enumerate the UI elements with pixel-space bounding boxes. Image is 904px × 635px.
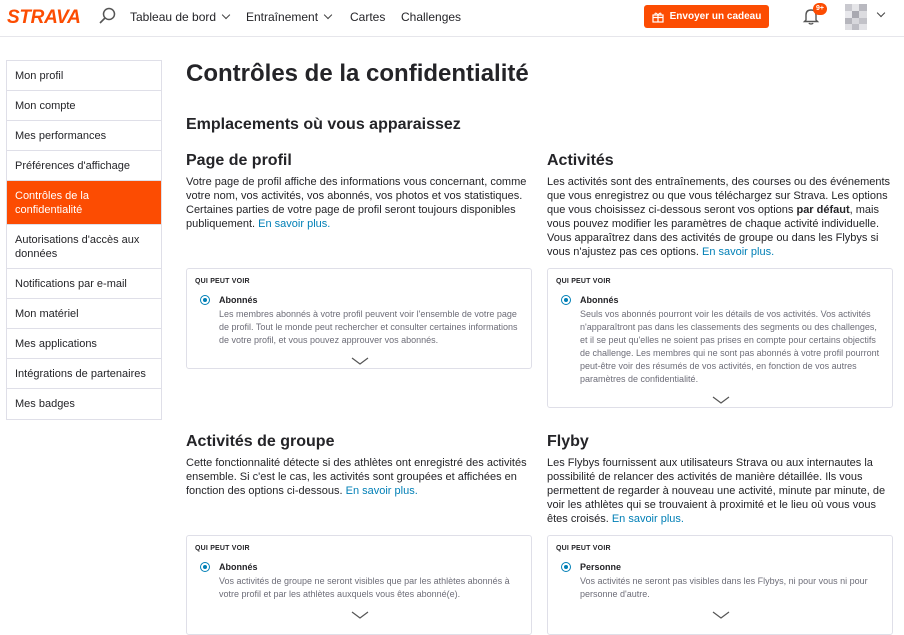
activities-description: Les activités sont des entraînements, de… xyxy=(547,175,895,259)
activities-section: Activités Les activités sont des entraîn… xyxy=(547,152,895,259)
sidebar-item-display-preferences[interactable]: Préférences d'affichage xyxy=(7,151,161,181)
group-activities-description: Cette fonctionnalité détecte si des athl… xyxy=(186,456,534,498)
activities-learn-more-link[interactable]: En savoir plus. xyxy=(702,246,774,258)
sidebar-item-email-notifications[interactable]: Notifications par e-mail xyxy=(7,269,161,299)
send-gift-label: Envoyer un cadeau xyxy=(669,11,762,22)
nav-maps[interactable]: Cartes xyxy=(350,10,385,24)
sidebar-item-my-badges[interactable]: Mes badges xyxy=(7,389,161,419)
notification-badge: 9+ xyxy=(813,3,827,15)
search-icon[interactable] xyxy=(97,6,117,26)
option-title: Abonnés xyxy=(219,562,258,572)
option-description: Vos activités de groupe ne seront visibl… xyxy=(219,576,510,599)
settings-sidebar: Mon profil Mon compte Mes performances P… xyxy=(6,60,162,420)
nav-training[interactable]: Entraînement xyxy=(246,10,333,24)
account-chevron-down-icon[interactable] xyxy=(876,8,886,18)
profile-page-section: Page de profil Votre page de profil affi… xyxy=(186,152,534,231)
strava-logo[interactable]: STRAVA xyxy=(7,7,81,29)
sidebar-item-data-permissions[interactable]: Autorisations d'accès aux données xyxy=(7,225,161,269)
group-activities-visibility-card[interactable]: QUI PEUT VOIR Abonnés Vos activités de g… xyxy=(186,535,532,635)
nav-training-label: Entraînement xyxy=(246,10,319,24)
profile-page-text: Votre page de profil affiche des informa… xyxy=(186,176,527,230)
option-title: Abonnés xyxy=(580,295,619,305)
activities-default-text: par défaut xyxy=(796,204,850,216)
activities-visibility-card[interactable]: QUI PEUT VOIR Abonnés Seuls vos abonnés … xyxy=(547,268,893,408)
sidebar-item-my-apps[interactable]: Mes applications xyxy=(7,329,161,359)
nav-dashboard-label: Tableau de bord xyxy=(130,10,217,24)
option-title: Personne xyxy=(580,562,622,572)
option-description: Vos activités ne seront pas visibles dan… xyxy=(580,576,868,599)
send-gift-button[interactable]: Envoyer un cadeau xyxy=(644,5,769,28)
sidebar-item-my-account[interactable]: Mon compte xyxy=(7,91,161,121)
chevron-down-icon xyxy=(221,10,231,20)
profile-learn-more-link[interactable]: En savoir plus. xyxy=(258,218,330,230)
chevron-down-icon[interactable] xyxy=(351,611,369,619)
avatar[interactable] xyxy=(845,4,867,30)
option-title: Abonnés xyxy=(219,295,258,305)
group-learn-more-link[interactable]: En savoir plus. xyxy=(346,485,418,497)
who-can-see-label: QUI PEUT VOIR xyxy=(556,545,611,552)
flyby-text: Les Flybys fournissent aux utilisateurs … xyxy=(547,457,886,525)
top-navigation-bar: STRAVA Tableau de bord Entraînement Cart… xyxy=(0,0,904,37)
chevron-down-icon[interactable] xyxy=(712,396,730,404)
flyby-description: Les Flybys fournissent aux utilisateurs … xyxy=(547,456,895,526)
radio-selected-icon[interactable] xyxy=(200,562,210,572)
nav-dashboard[interactable]: Tableau de bord xyxy=(130,10,231,24)
profile-visibility-card[interactable]: QUI PEUT VOIR Abonnés Les membres abonné… xyxy=(186,268,532,369)
who-can-see-label: QUI PEUT VOIR xyxy=(195,278,250,285)
activities-heading: Activités xyxy=(547,152,614,169)
section-title: Emplacements où vous apparaissez xyxy=(186,116,461,133)
sidebar-item-my-profile[interactable]: Mon profil xyxy=(7,61,161,91)
nav-challenges[interactable]: Challenges xyxy=(401,10,461,24)
chevron-down-icon[interactable] xyxy=(351,357,369,365)
sidebar-item-performance[interactable]: Mes performances xyxy=(7,121,161,151)
who-can-see-label: QUI PEUT VOIR xyxy=(195,545,250,552)
profile-page-heading: Page de profil xyxy=(186,152,292,169)
group-activities-section: Activités de groupe Cette fonctionnalité… xyxy=(186,433,534,498)
group-activities-heading: Activités de groupe xyxy=(186,433,335,450)
profile-page-description: Votre page de profil affiche des informa… xyxy=(186,175,534,231)
flyby-heading: Flyby xyxy=(547,433,589,450)
chevron-down-icon[interactable] xyxy=(712,611,730,619)
flyby-learn-more-link[interactable]: En savoir plus. xyxy=(612,513,684,525)
radio-selected-icon[interactable] xyxy=(200,295,210,305)
flyby-visibility-card[interactable]: QUI PEUT VOIR Personne Vos activités ne … xyxy=(547,535,893,635)
option-description: Seuls vos abonnés pourront voir les déta… xyxy=(580,309,880,384)
flyby-section: Flyby Les Flybys fournissent aux utilisa… xyxy=(547,433,895,526)
chevron-down-icon xyxy=(323,10,333,20)
radio-selected-icon[interactable] xyxy=(561,295,571,305)
who-can-see-label: QUI PEUT VOIR xyxy=(556,278,611,285)
radio-selected-icon[interactable] xyxy=(561,562,571,572)
option-description: Les membres abonnés à votre profil peuve… xyxy=(219,309,518,345)
gift-icon xyxy=(652,12,664,23)
sidebar-item-partner-integrations[interactable]: Intégrations de partenaires xyxy=(7,359,161,389)
page-title: Contrôles de la confidentialité xyxy=(186,60,529,87)
sidebar-item-privacy-controls[interactable]: Contrôles de la confidentialité xyxy=(7,181,161,225)
sidebar-item-my-gear[interactable]: Mon matériel xyxy=(7,299,161,329)
